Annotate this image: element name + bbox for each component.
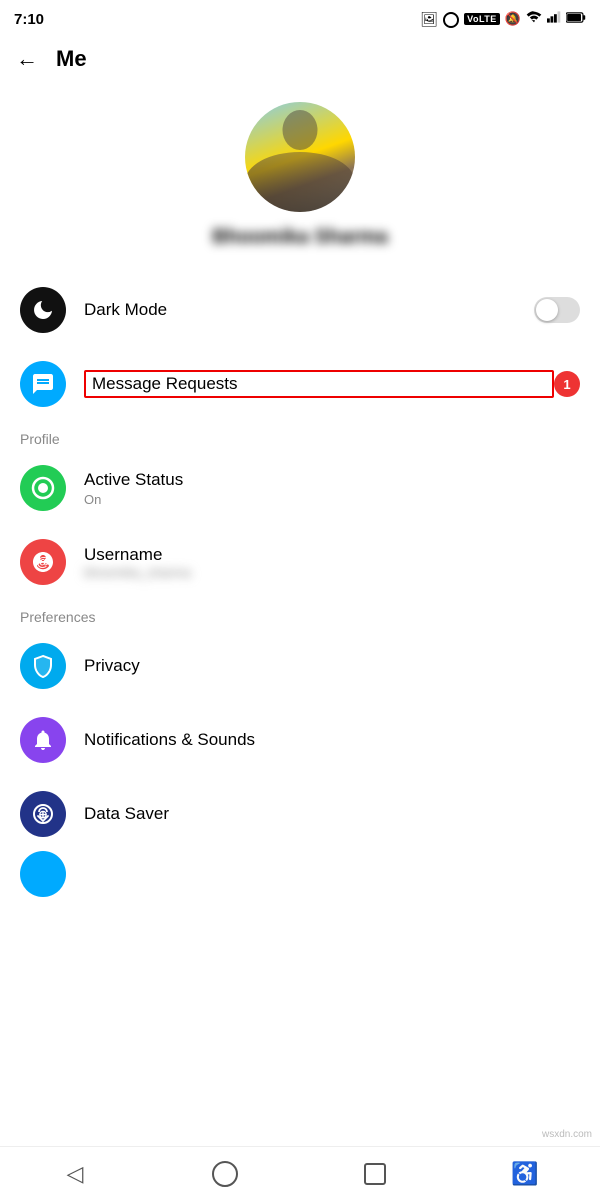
svg-text:@: @ <box>37 554 50 569</box>
status-icons: 🖼 VoLTE 🔕 <box>420 10 586 28</box>
page-title: Me <box>56 46 87 72</box>
toggle-knob <box>536 299 558 321</box>
volte-badge: VoLTE <box>464 13 500 25</box>
back-button[interactable]: ← <box>16 48 38 70</box>
bottom-nav: ◁ ♿ <box>0 1146 600 1200</box>
data-saver-icon-circle: ⊕ <box>20 791 66 837</box>
message-requests-label: Message Requests <box>92 374 238 393</box>
nav-home-icon <box>212 1161 238 1187</box>
mute-icon: 🔕 <box>505 11 521 27</box>
notifications-icon-circle <box>20 717 66 763</box>
nav-accessibility-icon: ♿ <box>511 1161 538 1187</box>
username-label: Username <box>84 545 580 565</box>
nav-accessibility-button[interactable]: ♿ <box>495 1154 555 1194</box>
nav-back-icon: ◁ <box>67 1161 84 1187</box>
data-saver-content: Data Saver <box>84 804 580 824</box>
nav-recents-icon <box>364 1163 386 1185</box>
user-name: Bhoomika Sharma <box>212 226 388 249</box>
profile-section-label: Profile <box>0 421 600 451</box>
privacy-content: Privacy <box>84 656 580 676</box>
dark-mode-icon-circle <box>20 287 66 333</box>
data-saver-label: Data Saver <box>84 804 580 824</box>
active-status-sublabel: On <box>84 492 580 507</box>
signal-icon <box>547 10 561 28</box>
username-content: Username bhoomika_sharma <box>84 545 580 580</box>
avatar[interactable] <box>245 102 355 212</box>
active-status-content: Active Status On <box>84 470 580 507</box>
active-status-item[interactable]: Active Status On <box>0 451 600 525</box>
watermark: wsxdn.com <box>542 1129 592 1140</box>
more-icon-circle <box>20 851 66 897</box>
active-status-icon-circle <box>20 465 66 511</box>
privacy-icon-circle <box>20 643 66 689</box>
header: ← Me <box>0 36 600 82</box>
username-icon-circle: @ <box>20 539 66 585</box>
username-value: bhoomika_sharma <box>84 565 580 580</box>
nav-recents-button[interactable] <box>345 1154 405 1194</box>
active-status-label: Active Status <box>84 470 580 490</box>
notifications-content: Notifications & Sounds <box>84 730 580 750</box>
message-requests-icon-circle <box>20 361 66 407</box>
nav-back-button[interactable]: ◁ <box>45 1154 105 1194</box>
dark-mode-item[interactable]: Dark Mode <box>0 273 600 347</box>
username-item[interactable]: @ Username bhoomika_sharma <box>0 525 600 599</box>
privacy-label: Privacy <box>84 656 580 676</box>
gallery-icon: 🖼 <box>420 11 438 28</box>
dark-mode-toggle[interactable] <box>534 297 580 323</box>
messenger-icon <box>443 12 459 28</box>
status-time: 7:10 <box>14 11 44 28</box>
message-requests-content: Message Requests <box>84 370 554 398</box>
profile-section: Bhoomika Sharma <box>0 82 600 273</box>
battery-icon <box>566 10 586 28</box>
data-saver-item[interactable]: ⊕ Data Saver <box>0 777 600 851</box>
message-requests-badge: 1 <box>554 371 580 397</box>
message-requests-item[interactable]: Message Requests 1 <box>0 347 600 421</box>
notifications-label: Notifications & Sounds <box>84 730 580 750</box>
privacy-item[interactable]: Privacy <box>0 629 600 703</box>
notifications-item[interactable]: Notifications & Sounds <box>0 703 600 777</box>
dark-mode-content: Dark Mode <box>84 300 534 320</box>
preferences-section-label: Preferences <box>0 599 600 629</box>
nav-home-button[interactable] <box>195 1154 255 1194</box>
dark-mode-label: Dark Mode <box>84 300 534 320</box>
status-bar: 7:10 🖼 VoLTE 🔕 <box>0 0 600 36</box>
more-item[interactable] <box>0 851 600 897</box>
message-requests-highlight: Message Requests <box>84 370 554 398</box>
wifi-icon <box>526 10 542 28</box>
